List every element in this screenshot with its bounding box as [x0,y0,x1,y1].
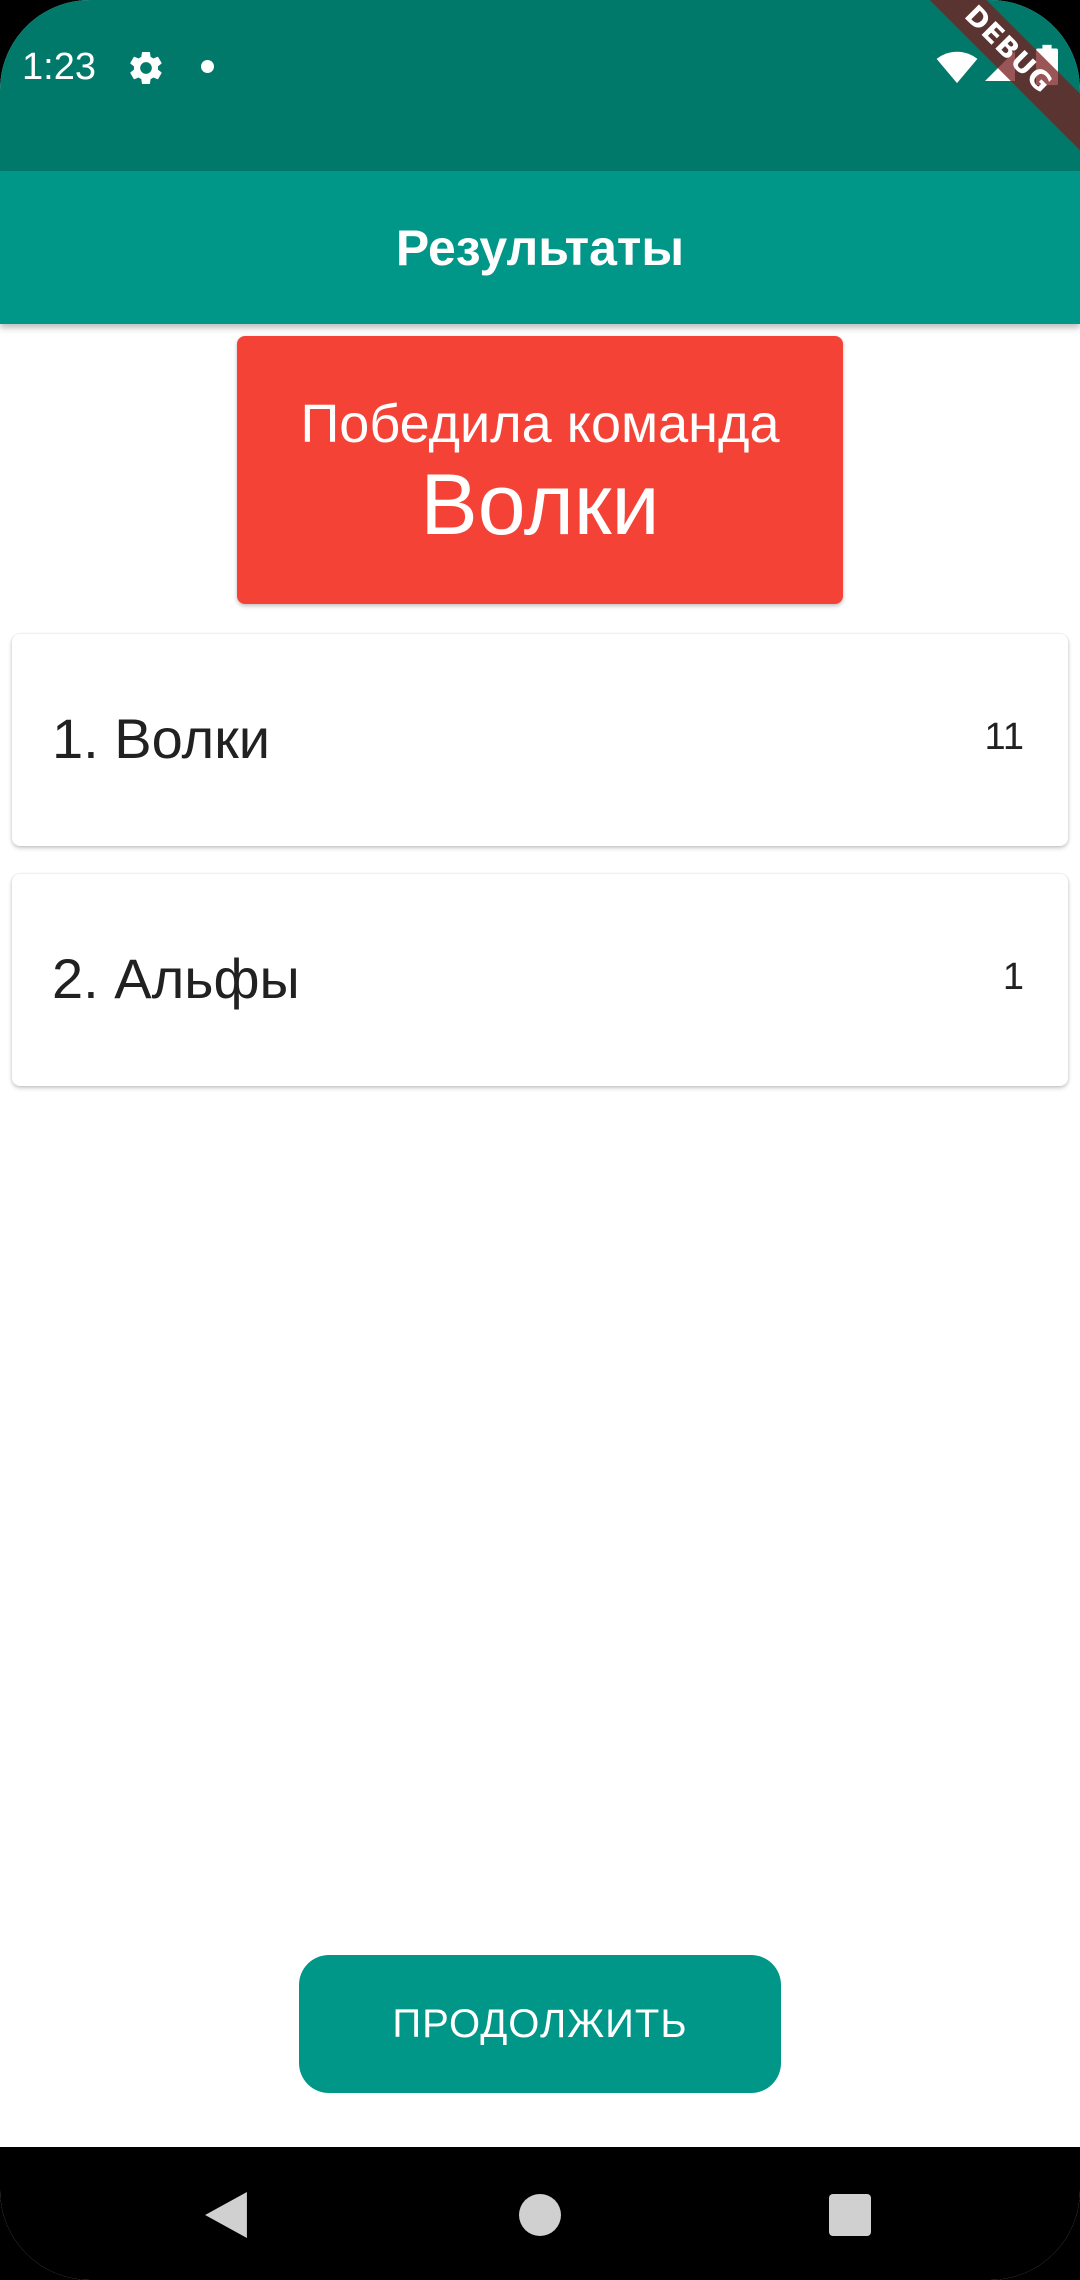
team-score: 1 [1002,956,1024,998]
home-icon[interactable] [519,2194,561,2236]
winner-banner: Победила команда Волки [237,336,843,604]
page-title: Результаты [395,219,685,276]
result-card-2: 2. Альфы 1 [12,874,1068,1086]
winner-caption: Победила команда [300,394,780,454]
winner-team-name: Волки [420,457,660,553]
recents-icon[interactable] [829,2194,871,2236]
continue-button[interactable]: ПРОДОЛЖИТЬ [299,1955,781,2093]
team-name: 2. Альфы [52,947,300,1010]
wifi-icon [936,51,978,84]
gear-icon [130,51,162,85]
app-bar: Результаты [0,171,1080,324]
status-bar: 1:23 DEBUG [0,0,1080,171]
app-screen: 1:23 DEBUG Результаты Победила команда В… [0,0,1080,2280]
result-card-1: 1. Волки 11 [12,634,1068,846]
status-time: 1:23 [22,46,96,88]
notification-dot-icon [201,60,214,73]
navigation-bar [0,2147,1080,2280]
team-name: 1. Волки [52,707,270,770]
back-icon[interactable] [205,2192,247,2238]
team-score: 11 [984,716,1024,758]
debug-banner: DEBUG [887,0,1080,171]
